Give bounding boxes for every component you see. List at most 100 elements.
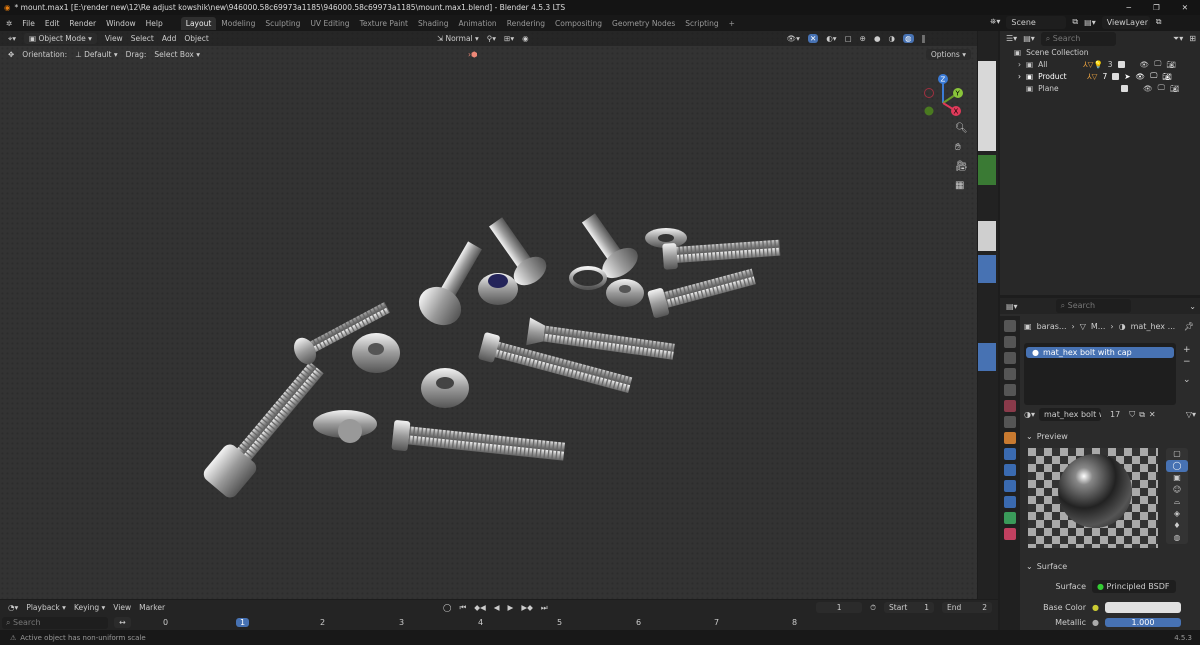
jump-end-icon[interactable]: ⏭ [541,603,548,613]
tab-texture-paint[interactable]: Texture Paint [355,17,413,30]
render-tab-icon[interactable] [1004,336,1016,348]
flange-nut-2[interactable] [352,333,400,373]
tab-rendering[interactable]: Rendering [502,17,550,30]
menu-edit[interactable]: Edit [45,19,60,28]
unlink-material-icon[interactable]: ✕ [1149,410,1156,419]
physics-tab-icon[interactable] [1004,480,1016,492]
render-camera-icon[interactable]: 📷︎ [1166,60,1176,69]
duplicate-material-icon[interactable]: ⧉ [1139,410,1145,420]
jump-keyframe-back-icon[interactable]: ◆◀ [474,603,486,612]
select-arrow-icon[interactable]: ➤ [1124,72,1130,81]
frame-range-toggle-icon[interactable]: ↔ [114,617,131,628]
hex-bolt-medium[interactable] [647,264,758,319]
current-frame-indicator[interactable]: 1 [236,618,250,627]
timeline-ruler[interactable]: ⌕ Search ↔ 0 1 2 3 4 5 6 7 8 [0,615,998,630]
scene-field[interactable]: Scene [1006,15,1067,29]
slot-specials-button[interactable]: ⌄ [1183,374,1191,386]
options-chevron-icon[interactable]: ⌄ [1189,302,1200,311]
outliner-row-product[interactable]: › ▣ Product ⅄▽ 7 ➤ 👁︎ 🖵 📷︎ [1000,70,1200,82]
collection-tab-icon[interactable] [1004,416,1016,428]
add-workspace-button[interactable]: + [724,17,740,30]
editor-type-icon[interactable]: ▤▾ [1006,302,1018,311]
preview-cube-icon[interactable]: ▣ [1166,472,1188,484]
hex-nut[interactable] [606,279,644,307]
blender-menu-icon[interactable]: ✲ [6,19,12,28]
new-scene-icon[interactable]: ⧉ [1072,17,1078,27]
pin-icon[interactable]: 📌︎ [1184,322,1194,331]
exclude-checkbox[interactable] [1121,84,1129,92]
timeline-search[interactable]: ⌕ Search [2,616,108,629]
tab-compositing[interactable]: Compositing [550,17,607,30]
viewport-display-icon[interactable]: 🖵 [1150,71,1157,81]
end-frame-field[interactable]: End 2 [942,602,992,613]
tab-geometry-nodes[interactable]: Geometry Nodes [607,17,680,30]
view-layer-tab-icon[interactable] [1004,368,1016,380]
exclude-checkbox[interactable] [1117,60,1125,68]
close-button[interactable]: ✕ [1182,3,1188,12]
object-tab-icon[interactable] [1004,432,1016,444]
surface-shader-field[interactable]: ● Principled BSDF [1092,580,1176,593]
particles-tab-icon[interactable] [1004,464,1016,476]
filter-icon[interactable]: ⏷▾ [1173,34,1183,44]
view-layer-field[interactable]: ViewLayer [1101,15,1150,29]
browse-material-icon[interactable]: ◑▾ [1024,410,1035,419]
visibility-eye-icon[interactable]: 👁︎ [1140,60,1150,69]
split-lock-washer[interactable] [569,266,607,290]
outliner-search[interactable]: ⌕ Search [1040,31,1116,46]
material-slot-item[interactable]: ● mat_hex bolt with cap [1026,347,1174,358]
output-tab-icon[interactable] [1004,352,1016,364]
hex-bolt-long[interactable] [391,420,566,468]
play-icon[interactable]: ▶ [508,603,514,612]
jump-start-icon[interactable]: ⏮ [459,603,466,613]
surface-panel-header[interactable]: ⌄ Surface [1026,562,1067,571]
viewport-display-icon[interactable]: 🖵 [1158,83,1165,93]
preview-panel-header[interactable]: ⌄ Preview [1026,432,1068,441]
data-tab-icon[interactable] [1004,512,1016,524]
tab-layout[interactable]: Layout [180,16,217,30]
add-slot-button[interactable]: + [1183,344,1191,356]
render-camera-icon[interactable]: 📷︎ [1170,84,1180,93]
stopwatch-icon[interactable]: ⏱ [870,603,876,613]
tab-scripting[interactable]: Scripting [680,17,723,30]
phillips-screw[interactable] [572,206,643,284]
preview-world-icon[interactable]: ◍ [1166,532,1188,544]
menu-marker[interactable]: Marker [139,603,165,612]
auto-keying-icon[interactable]: ◯ [443,603,451,612]
scene-tab-icon[interactable] [1004,384,1016,396]
link-mode-icon[interactable]: ▽▾ [1186,410,1196,419]
material-name-field[interactable]: mat_hex bolt with... [1039,408,1101,421]
editor-type-icon[interactable]: ◔▾ [8,603,18,612]
socket-cap-screw[interactable] [201,355,333,501]
nylon-lock-nut[interactable] [478,273,518,305]
render-camera-icon[interactable]: 📷︎ [1162,72,1172,81]
material-tab-icon[interactable] [1004,528,1016,540]
play-reverse-icon[interactable]: ◀ [494,603,500,612]
material-users-count[interactable]: 17 [1105,409,1126,420]
menu-view[interactable]: View [113,603,131,612]
socket-icon[interactable]: ● [1092,618,1099,627]
maximize-button[interactable]: ❐ [1153,3,1160,12]
new-view-layer-icon[interactable]: ⧉ [1156,17,1162,27]
material-slot-list[interactable]: ● mat_hex bolt with cap [1024,343,1176,405]
preview-monkey-icon[interactable]: ☺ [1166,484,1188,496]
outliner-row-all[interactable]: › ▣ All ⅄▽💡 3 👁︎ 🖵 📷︎ [1000,58,1200,70]
preview-hair-icon[interactable]: ⌓ [1166,496,1188,508]
menu-render[interactable]: Render [69,19,96,28]
constraints-tab-icon[interactable] [1004,496,1016,508]
minimize-button[interactable]: ─ [1126,3,1131,12]
view-layer-icon[interactable]: ▤▾ [1084,18,1096,27]
jump-keyframe-forward-icon[interactable]: ▶◆ [521,603,533,612]
display-mode-icon[interactable]: ☰▾ [1006,34,1017,43]
preview-cloth-icon[interactable]: ♦ [1166,520,1188,532]
modifier-tab-icon[interactable] [1004,448,1016,460]
world-tab-icon[interactable] [1004,400,1016,412]
fake-user-icon[interactable]: ⛉ [1129,410,1135,420]
remove-slot-button[interactable]: − [1183,356,1191,368]
viewport-display-icon[interactable]: 🖵 [1154,59,1161,69]
scene-collection-row[interactable]: ▣ Scene Collection [1000,46,1200,58]
tab-animation[interactable]: Animation [453,17,501,30]
tab-modeling[interactable]: Modeling [216,17,260,30]
visibility-eye-icon[interactable]: 👁︎ [1143,84,1153,93]
current-frame-field[interactable]: 1 [816,602,863,613]
base-color-swatch[interactable] [1104,602,1181,613]
